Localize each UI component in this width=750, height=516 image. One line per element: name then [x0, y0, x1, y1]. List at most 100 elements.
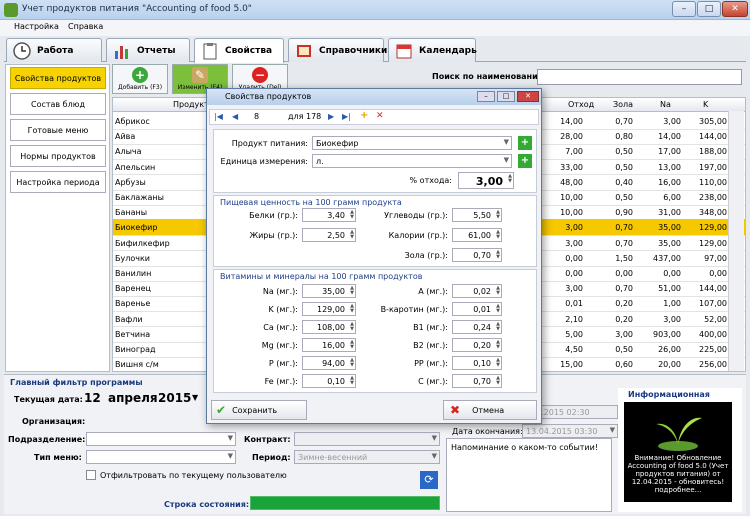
col-product[interactable]: Продукт — [173, 100, 209, 109]
tab-properties[interactable]: Свойства — [194, 38, 284, 63]
sidebar-item-dish-composition[interactable]: Состав блюд — [10, 93, 106, 115]
spin-icon[interactable]: ▲ ▼ — [496, 250, 500, 260]
protein-value: 3,40 — [327, 211, 345, 220]
cell-na: 16,00 — [658, 177, 681, 187]
dialog-minimize-button[interactable]: – — [477, 91, 495, 102]
cell-k: 197,00 — [699, 162, 727, 172]
spin-icon[interactable]: ▲ ▼ — [496, 340, 500, 350]
menu-settings[interactable]: Настройка — [14, 22, 59, 31]
dialog-maximize-button[interactable]: □ — [497, 91, 515, 102]
sidebar-item-product-properties[interactable]: Свойства продуктов — [10, 67, 106, 89]
tab-calendar-label: Календарь — [419, 45, 477, 56]
spin-icon[interactable]: ▲ ▼ — [496, 358, 500, 368]
carbs-input[interactable]: 5,50 ▲ ▼ — [452, 208, 502, 222]
tab-calendar[interactable]: Календарь — [388, 38, 477, 62]
date-month[interactable]: апреля — [108, 391, 158, 405]
maximize-button[interactable]: □ — [697, 1, 721, 17]
close-button[interactable]: ✕ — [722, 1, 748, 17]
date-year[interactable]: 2015 — [158, 391, 191, 405]
filter-user-checkbox[interactable] — [86, 470, 96, 480]
sidebar-item-ready-menus[interactable]: Готовые меню — [10, 119, 106, 141]
col-waste[interactable]: Отход — [568, 100, 594, 109]
calories-input[interactable]: 61,00 ▲ ▼ — [452, 228, 502, 242]
add-product-icon[interactable]: + — [518, 136, 532, 150]
search-input[interactable] — [537, 69, 742, 85]
spin-icon[interactable]: ▲ ▼ — [496, 376, 500, 386]
search-label: Поиск по наименованию: — [432, 72, 549, 81]
product-combo[interactable]: Биокефир ▼ — [312, 136, 512, 150]
tab-reports-label: Отчеты — [137, 45, 176, 56]
sidebar-item-product-norms[interactable]: Нормы продуктов — [10, 145, 106, 167]
info-title: Информационная — [628, 390, 710, 399]
col-na[interactable]: Na — [660, 100, 671, 109]
col-ash[interactable]: Зола — [613, 100, 633, 109]
cancel-button[interactable]: ✖ Отмена — [443, 400, 537, 420]
chevron-down-icon: ▼ — [227, 452, 233, 460]
spin-icon[interactable]: ▲ ▼ — [496, 304, 500, 314]
delete-record-icon[interactable]: ✕ — [376, 111, 384, 121]
refresh-icon[interactable]: ⟳ — [420, 471, 438, 489]
dialog-close-button[interactable]: ✕ — [517, 91, 539, 102]
protein-label: Белки (гр.): — [249, 211, 298, 220]
cell-waste: 3,00 — [565, 284, 583, 294]
add-button[interactable]: + Добавить (F3) — [112, 64, 168, 94]
cell-ash: 0,70 — [615, 117, 633, 126]
menu-type-combo[interactable]: ▼ — [86, 450, 236, 464]
next-record-icon[interactable]: ▶ — [328, 112, 334, 121]
dept-combo[interactable]: ▼ — [86, 432, 236, 446]
tab-reports[interactable]: Отчеты — [106, 38, 190, 62]
cell-k: 52,00 — [704, 314, 727, 324]
book-icon — [297, 45, 311, 57]
date-dropdown-icon[interactable]: ▼ — [192, 393, 198, 402]
add-record-icon[interactable]: + — [360, 110, 368, 121]
first-record-icon[interactable]: |◀ — [214, 112, 223, 121]
filter-title: Главный фильтр программы — [10, 378, 143, 387]
spin-icon[interactable]: ▲ ▼ — [496, 210, 500, 220]
cell-k: 188,00 — [699, 147, 727, 157]
vit-right-3-input[interactable]: 0,20 ▲ ▼ — [452, 338, 502, 352]
vit-right-5-input[interactable]: 0,70 ▲ ▼ — [452, 374, 502, 388]
prev-record-icon[interactable]: ◀ — [232, 112, 238, 121]
col-k[interactable]: K — [703, 100, 708, 109]
spin-icon[interactable]: ▲ ▼ — [496, 286, 500, 296]
cell-name: Ванилин — [115, 269, 152, 278]
last-record-icon[interactable]: ▶| — [342, 112, 351, 121]
cell-k: 144,00 — [699, 132, 727, 142]
info-banner[interactable]: Внимание! Обновление Accounting of food … — [624, 402, 732, 502]
add-unit-icon[interactable]: + — [518, 154, 532, 168]
date-day[interactable]: 12 — [84, 391, 101, 405]
save-button[interactable]: ✔ Сохранить — [211, 400, 307, 420]
cell-waste: 3,00 — [565, 238, 583, 248]
spin-icon[interactable]: ▲ ▼ — [496, 230, 500, 240]
vit-right-1-input[interactable]: 0,01 ▲ ▼ — [452, 302, 502, 316]
cell-waste: 0,00 — [565, 253, 583, 263]
period-value: Зимне-весенний — [298, 453, 368, 462]
vit-right-0-input[interactable]: 0,02 ▲ ▼ — [452, 284, 502, 298]
carbs-label: Углеводы (гр.): — [384, 211, 448, 220]
waste-input[interactable]: 3,00 ▲ ▼ — [458, 172, 514, 189]
contract-combo[interactable]: ▼ — [294, 432, 440, 446]
spin-icon[interactable]: ▲ ▼ — [496, 322, 500, 332]
minimize-button[interactable]: – — [672, 1, 696, 17]
start-date-field[interactable]: 4.2015 02:30 — [532, 405, 618, 419]
record-current[interactable]: 8 — [254, 112, 259, 121]
cell-na: 13,00 — [658, 162, 681, 172]
spin-icon[interactable]: ▲ ▼ — [508, 174, 512, 184]
edit-icon: ✎ — [192, 67, 208, 83]
cell-k: 256,00 — [699, 360, 727, 370]
unit-combo[interactable]: л. ▼ — [312, 154, 512, 168]
menu-help[interactable]: Справка — [68, 22, 103, 31]
tab-work[interactable]: Работа — [6, 38, 102, 62]
end-date-value: 13.04.2015 03:30 — [526, 427, 598, 436]
ash-input[interactable]: 0,70 ▲ ▼ — [452, 248, 502, 262]
end-date-field[interactable]: 13.04.2015 03:30 ▼ — [522, 424, 618, 438]
vit-right-4-input[interactable]: 0,10 ▲ ▼ — [452, 356, 502, 370]
period-combo[interactable]: Зимне-весенний ▼ — [294, 450, 440, 464]
cell-waste: 0,00 — [565, 269, 583, 278]
table-scrollbar[interactable] — [728, 111, 744, 371]
tab-references[interactable]: Справочники — [288, 38, 387, 62]
sidebar-item-period-settings[interactable]: Настройка периода — [10, 171, 106, 193]
vit-right-2-input[interactable]: 0,24 ▲ ▼ — [452, 320, 502, 334]
reminder-memo[interactable]: Напоминание о каком-то событии! — [446, 438, 612, 512]
info-panel: Информационная Внимание! Обновление Acco… — [618, 388, 742, 512]
